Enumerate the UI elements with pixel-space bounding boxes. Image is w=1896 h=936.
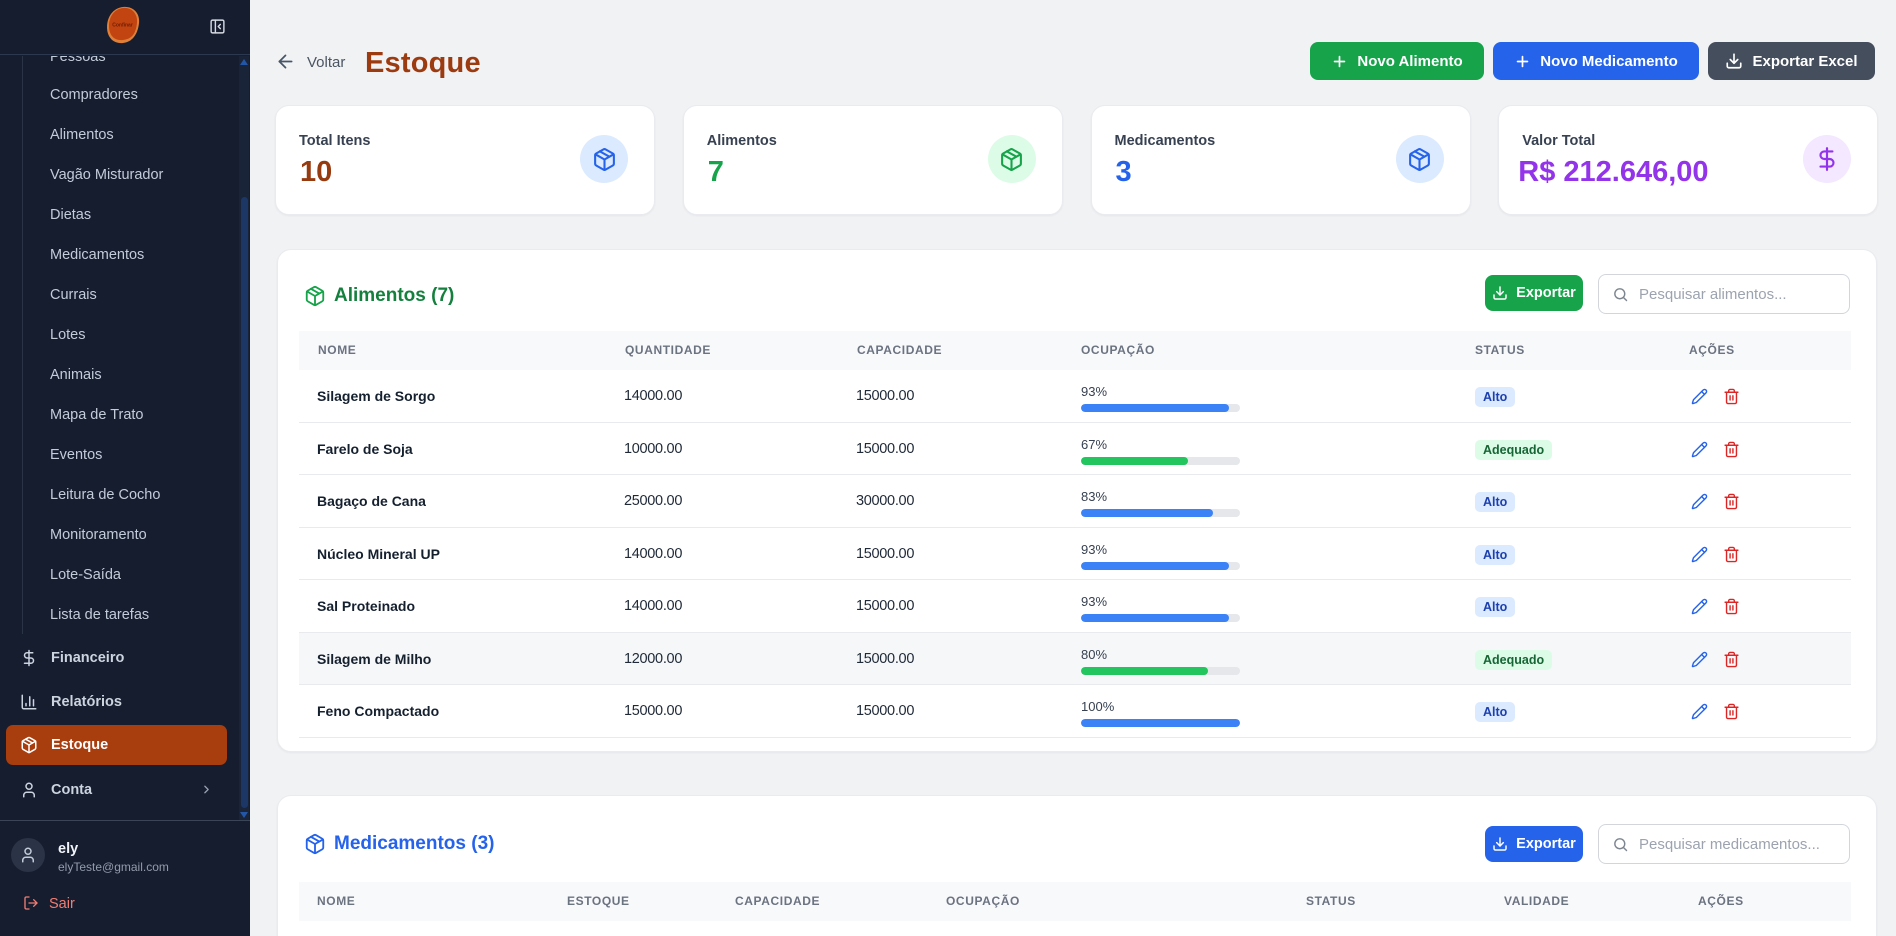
svg-text:Confinar: Confinar: [112, 23, 133, 29]
